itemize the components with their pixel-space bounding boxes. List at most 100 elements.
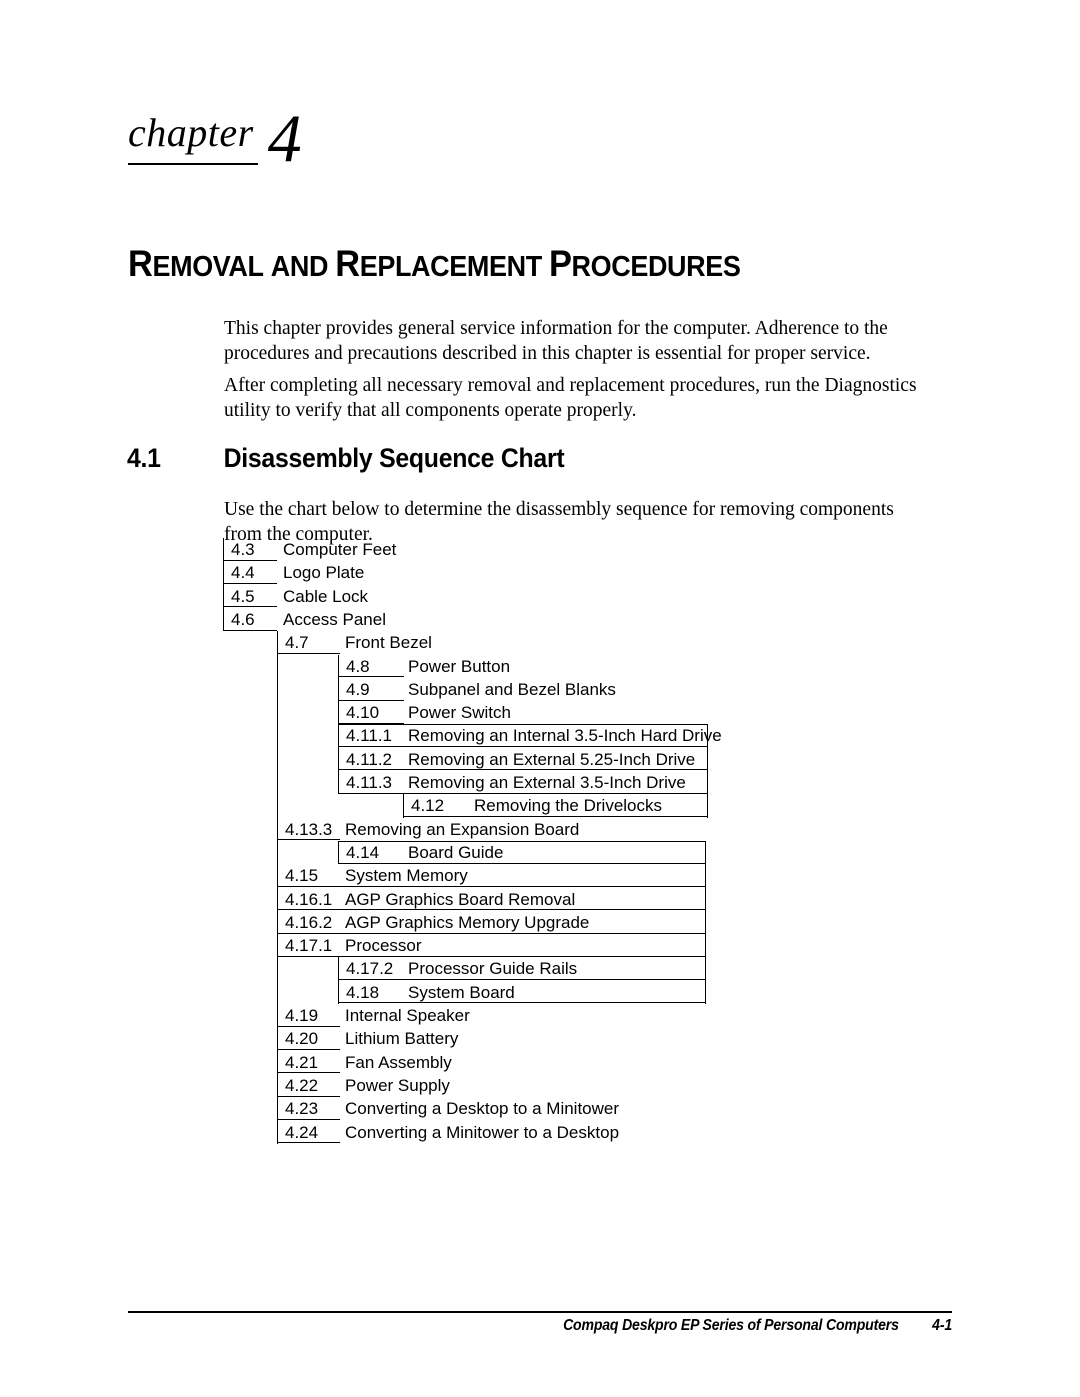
intro-paragraph-1: This chapter provides general service in… (224, 317, 888, 364)
chart-row-number: 4.11.2 (346, 749, 393, 769)
chart-row-rule-full (277, 932, 705, 934)
chart-row-number: 4.11.1 (346, 726, 393, 746)
chart-row-label: AGP Graphics Board Removal (345, 889, 576, 909)
disassembly-sequence-chart: 4.3 Computer Feet 4.4 Logo Plate 4.5 Cable Lo… (0, 0, 1080, 1397)
chart-row-label: Logo Plate (283, 563, 365, 583)
chart-row-label: Power Button (408, 656, 511, 676)
chart-intro-paragraph: Use the chart below to determine the dis… (224, 498, 894, 545)
chart-row-label: Access Panel (283, 609, 386, 629)
chapter-word: chapter (128, 112, 258, 165)
chart-row-label: Subpanel and Bezel Blanks (408, 679, 616, 699)
chart-row-rule (277, 839, 340, 841)
chart-row-rule (277, 1049, 340, 1050)
chart-row-number: 4.16.1 (285, 889, 333, 909)
chart-row-number: 4.17.2 (346, 959, 394, 979)
chart-box-top-border (338, 840, 705, 842)
chart-row-label: Board Guide (408, 842, 504, 862)
chart-row-rule (223, 559, 277, 561)
chart-row-rule (277, 652, 340, 654)
chart-row-number: 4.8 (346, 656, 370, 676)
chart-row-label: Processor (345, 936, 422, 956)
chart-row-rule-full (338, 862, 705, 864)
chart-row-number: 4.11.3 (346, 773, 393, 792)
chart-row-rule-full (277, 885, 705, 887)
chapter-number: 4 (267, 100, 302, 176)
page-title-part: AND (270, 250, 329, 283)
chart-row-number: 4.15 (285, 866, 319, 886)
chart-row-number: 4.10 (346, 703, 380, 723)
footer-title: Compaq Deskpro EP Series of Personal Com… (563, 1317, 899, 1334)
chart-row-number: 4.24 (285, 1122, 319, 1142)
page-title-part (264, 251, 271, 283)
chart-row-label: Removing the Drivelocks (474, 796, 663, 816)
chart-row-rule (223, 583, 277, 584)
chart-row-rule (277, 1142, 340, 1144)
chart-row-rule (277, 1095, 340, 1097)
chart-row-number: 4.14 (346, 842, 380, 862)
chart-row-label: Front Bezel (345, 633, 432, 653)
chart-row-number: 4.19 (285, 1006, 319, 1025)
page-title-part: R (128, 242, 153, 284)
chart-row-number: 4.18 (346, 982, 380, 1002)
chart-row-label: Removing an External 5.25-Inch Drive (408, 749, 696, 769)
section-heading: 4.1 Disassembly Sequence Chart (127, 443, 565, 474)
chart-connector-vertical (223, 538, 224, 632)
chart-row-number: 4.9 (346, 679, 370, 699)
chart-row-rule (277, 1025, 340, 1027)
chart-row-number: 4.23 (285, 1099, 319, 1119)
chart-row-label: Converting a Minitower to a Desktop (345, 1122, 620, 1142)
chart-row-rule (277, 1072, 340, 1074)
footer: Compaq Deskpro EP Series of Personal Com… (227, 1317, 952, 1335)
chart-row-label: Cable Lock (283, 586, 369, 606)
page-title-part: P (548, 242, 572, 284)
chart-row-label: Removing an Internal 3.5-Inch Hard Drive (408, 726, 722, 746)
chart-row-number: 4.5 (231, 586, 255, 606)
chart-connector-vertical (338, 654, 339, 795)
chart-row-rule (338, 676, 404, 678)
page-title-part: R (335, 242, 360, 284)
chart-connector-vertical (338, 957, 339, 1004)
chart-row-label: System Board (408, 982, 515, 1002)
chart-row-label: AGP Graphics Memory Upgrade (345, 912, 590, 932)
chart-box-top-border (338, 724, 707, 726)
chart-row-number: 4.17.1 (285, 936, 333, 956)
chart-row-rule-full (338, 979, 705, 981)
chart-row-number: 4.22 (285, 1075, 319, 1095)
chart-row-number: 4.7 (285, 633, 309, 653)
chart-row-label: Removing an Expansion Board (345, 819, 580, 839)
chart-row-label: System Memory (345, 866, 468, 886)
chart-row-number: 4.20 (285, 1029, 319, 1049)
chart-row-rule-full (277, 955, 705, 957)
chart-row-number: 4.6 (231, 609, 255, 629)
chart-row-rule-full (338, 1002, 705, 1004)
chart-row-rule (277, 1118, 340, 1120)
page-title-part (328, 251, 335, 283)
chart-row-rule-full (338, 792, 707, 794)
chart-row-label: Lithium Battery (345, 1029, 459, 1049)
chart-row-rule-full (338, 769, 707, 771)
chart-row-label: Internal Speaker (345, 1006, 470, 1025)
chart-row-rule (223, 606, 277, 608)
page-title-part: EMOVAL (152, 250, 264, 283)
chart-box-right-border (705, 840, 706, 1004)
chart-row-label: Removing an External 3.5-Inch Drive (408, 773, 686, 792)
chart-row-label: Power Switch (408, 703, 511, 723)
chart-box-right-border (707, 724, 708, 818)
chart-row-rule (338, 722, 404, 724)
chart-connector-vertical (403, 794, 404, 818)
chart-row-number: 4.4 (231, 563, 255, 583)
section-number: 4.1 (127, 443, 161, 474)
footer-page-number: 4-1 (932, 1317, 952, 1334)
chart-row-number: 4.12 (411, 796, 445, 816)
page-title-part (542, 251, 549, 283)
chapter-header: chapter 4 (128, 100, 302, 172)
page-title: REMOVAL AND REPLACEMENT PROCEDURES (128, 243, 741, 285)
intro-paragraph-2: After completing all necessary removal a… (224, 374, 917, 421)
chart-row-label: Converting a Desktop to a Minitower (345, 1099, 620, 1119)
chart-row-label: Power Supply (345, 1075, 450, 1095)
chart-row-number: 4.13.3 (285, 819, 333, 839)
footer-divider (128, 1311, 952, 1313)
chart-row-rule (223, 629, 277, 631)
chart-row-number: 4.21 (285, 1052, 319, 1072)
chart-row-rule-full (403, 816, 707, 817)
